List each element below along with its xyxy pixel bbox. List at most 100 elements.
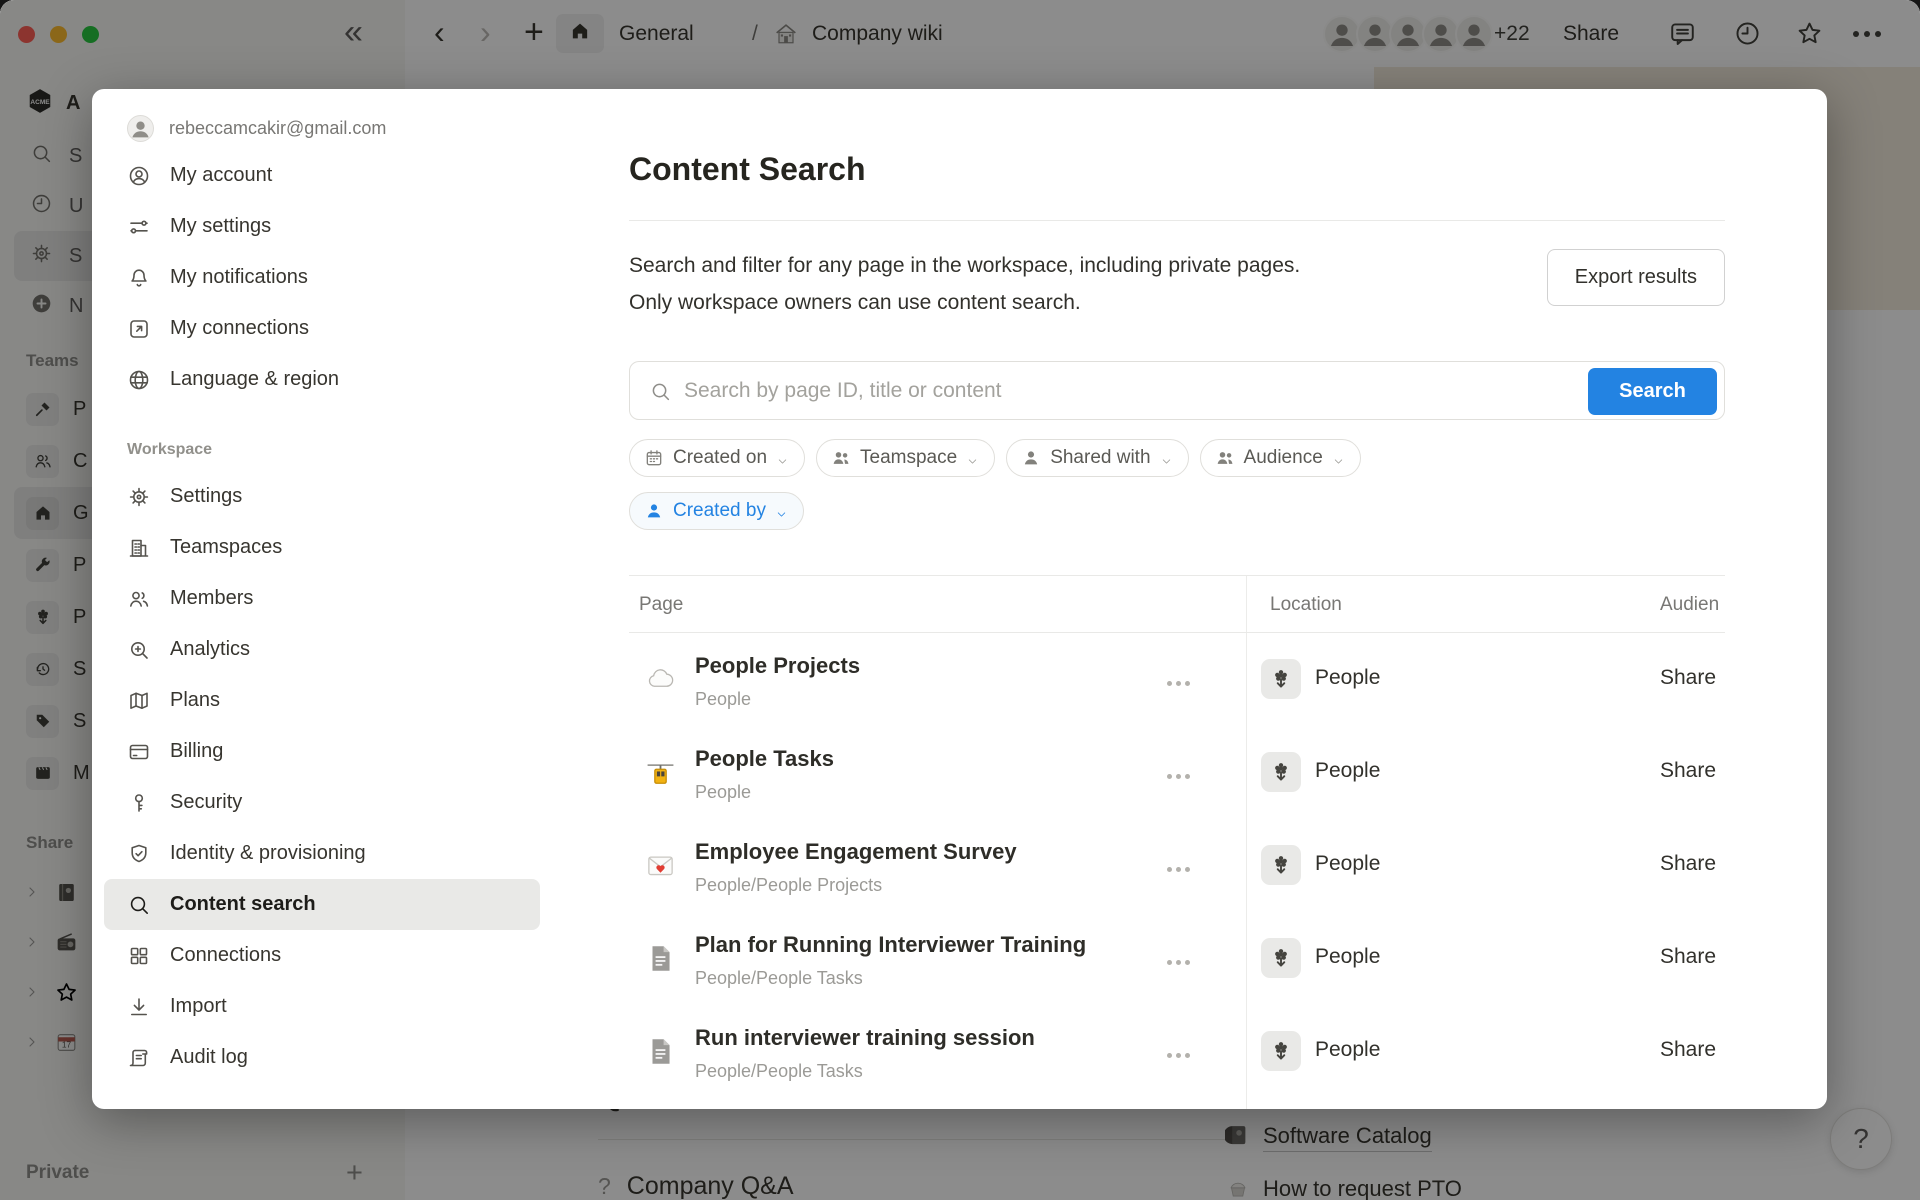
row-audience: Share — [1660, 1038, 1716, 1062]
filter-chip-label: Audience — [1244, 447, 1323, 469]
settings-nav-my-notifications[interactable]: My notifications — [104, 252, 540, 303]
page-title: Content Search — [629, 151, 865, 188]
import-icon — [127, 995, 151, 1019]
settings-nav-security[interactable]: Security — [104, 777, 540, 828]
filter-chip-created-by[interactable]: Created by — [629, 492, 804, 530]
search-input[interactable] — [684, 363, 1564, 418]
row-page-path: People/People Tasks — [695, 968, 863, 989]
teamspace-flower-icon — [1261, 659, 1301, 699]
table-row-plan-for-running-interviewer-training[interactable]: Plan for Running Interviewer TrainingPeo… — [629, 912, 1725, 1005]
person-filled-icon — [1021, 448, 1041, 468]
settings-nav-label: My notifications — [170, 266, 308, 289]
map-icon — [127, 689, 151, 713]
bell-icon — [127, 266, 151, 290]
grid4-icon — [127, 944, 151, 968]
export-results-button[interactable]: Export results — [1547, 249, 1725, 306]
row-page-path: People — [695, 689, 751, 710]
building-icon — [127, 536, 151, 560]
page-icon — [645, 943, 676, 974]
row-audience: Share — [1660, 759, 1716, 783]
row-actions-icon[interactable] — [1163, 770, 1194, 783]
row-audience: Share — [1660, 945, 1716, 969]
settings-nav-label: Audit log — [170, 1046, 248, 1069]
divider — [629, 220, 1725, 221]
audit-icon — [127, 1046, 151, 1070]
filter-chip-shared-with[interactable]: Shared with — [1006, 439, 1188, 477]
settings-nav-my-connections[interactable]: My connections — [104, 303, 540, 354]
settings-nav-members[interactable]: Members — [104, 573, 540, 624]
search-icon — [127, 893, 151, 917]
table-header: Page Location Audien — [629, 576, 1725, 633]
settings-nav-label: Analytics — [170, 638, 250, 661]
sliders-icon — [127, 215, 151, 239]
table-row-people-projects[interactable]: People ProjectsPeoplePeopleShare — [629, 633, 1725, 726]
globe-icon — [127, 368, 151, 392]
shield-check-icon — [127, 842, 151, 866]
settings-nav-analytics[interactable]: Analytics — [104, 624, 540, 675]
settings-nav-label: Identity & provisioning — [170, 842, 366, 865]
settings-nav-label: Members — [170, 587, 253, 610]
love-letter-icon — [645, 850, 676, 881]
row-audience: Share — [1660, 852, 1716, 876]
settings-nav-import[interactable]: Import — [104, 981, 540, 1032]
row-location: People — [1315, 1038, 1380, 1062]
settings-nav-audit-log[interactable]: Audit log — [104, 1032, 540, 1083]
row-location: People — [1315, 759, 1380, 783]
account-email: rebeccamcakir@gmail.com — [169, 118, 386, 139]
row-location: People — [1315, 666, 1380, 690]
table-row-run-interviewer-training-session[interactable]: Run interviewer training sessionPeople/P… — [629, 1005, 1725, 1098]
teamspace-flower-icon — [1261, 752, 1301, 792]
settings-nav-plans[interactable]: Plans — [104, 675, 540, 726]
row-actions-icon[interactable] — [1163, 956, 1194, 969]
teamspace-flower-icon — [1261, 845, 1301, 885]
card-icon — [127, 740, 151, 764]
settings-nav-content-search[interactable]: Content search — [104, 879, 540, 930]
chevron-down-icon — [1332, 452, 1345, 465]
chevron-down-icon — [776, 452, 789, 465]
key-icon — [127, 791, 151, 815]
settings-nav-label: Import — [170, 995, 227, 1018]
row-actions-icon[interactable] — [1163, 863, 1194, 876]
row-page-path: People/People Projects — [695, 875, 882, 896]
column-header-audience: Audien — [1660, 576, 1719, 633]
calendar-icon — [644, 448, 664, 468]
table-row-people-tasks[interactable]: People TasksPeoplePeopleShare — [629, 726, 1725, 819]
description: Search and filter for any page in the wo… — [629, 247, 1300, 321]
settings-nav-billing[interactable]: Billing — [104, 726, 540, 777]
filter-chip-label: Shared with — [1050, 447, 1150, 469]
row-page-title: Employee Engagement Survey — [695, 839, 1017, 865]
settings-nav-label: Content search — [170, 893, 316, 916]
settings-nav-my-account[interactable]: My account — [104, 150, 540, 201]
filter-chip-created-on[interactable]: Created on — [629, 439, 805, 477]
results-table: Page Location Audien People ProjectsPeop… — [629, 575, 1725, 1109]
settings-nav-identity-provisioning[interactable]: Identity & provisioning — [104, 828, 540, 879]
filter-chip-teamspace[interactable]: Teamspace — [816, 439, 995, 477]
search-button[interactable]: Search — [1588, 368, 1717, 415]
settings-nav-label: Billing — [170, 740, 223, 763]
settings-nav-label: My connections — [170, 317, 309, 340]
row-page-title: Run interviewer training session — [695, 1025, 1035, 1051]
settings-nav-label: My account — [170, 164, 272, 187]
chevron-down-icon — [1160, 452, 1173, 465]
settings-nav-my-settings[interactable]: My settings — [104, 201, 540, 252]
people2-filled-icon — [1215, 448, 1235, 468]
settings-nav-teamspaces[interactable]: Teamspaces — [104, 522, 540, 573]
filter-chip-audience[interactable]: Audience — [1200, 439, 1361, 477]
settings-nav-label: Settings — [170, 485, 242, 508]
settings-nav-connections[interactable]: Connections — [104, 930, 540, 981]
filter-chip-label: Created on — [673, 447, 767, 469]
gear-icon — [127, 485, 151, 509]
content-search-panel: Content Search Search and filter for any… — [629, 89, 1725, 1109]
settings-nav-settings[interactable]: Settings — [104, 471, 540, 522]
account-header: rebeccamcakir@gmail.com — [92, 106, 552, 150]
settings-nav-label: Security — [170, 791, 242, 814]
row-actions-icon[interactable] — [1163, 1049, 1194, 1062]
settings-nav-language-region[interactable]: Language & region — [104, 354, 540, 405]
chevron-down-icon — [966, 452, 979, 465]
row-audience: Share — [1660, 666, 1716, 690]
chevron-down-icon — [775, 505, 788, 518]
settings-nav-label: Teamspaces — [170, 536, 282, 559]
row-actions-icon[interactable] — [1163, 677, 1194, 690]
table-row-employee-engagement-survey[interactable]: Employee Engagement Survey People/People … — [629, 819, 1725, 912]
user-avatar — [127, 115, 154, 142]
